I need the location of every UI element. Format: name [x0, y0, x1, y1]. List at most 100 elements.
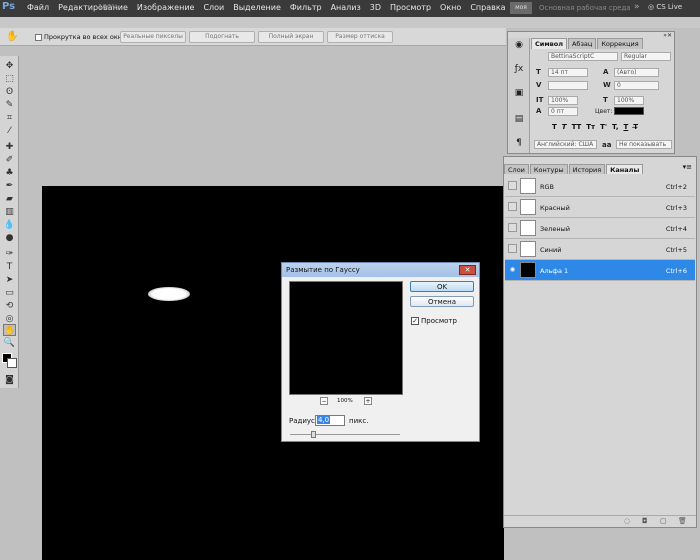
menu-3d[interactable]: 3D — [370, 3, 381, 12]
brush-tool-icon[interactable]: ✐ — [3, 154, 16, 166]
workspace-button[interactable]: моя — [510, 2, 532, 14]
marquee-tool-icon[interactable]: ⬚ — [3, 73, 16, 85]
vertical-scale-field[interactable]: 100% — [548, 96, 578, 105]
kerning-field[interactable] — [548, 81, 588, 90]
path-select-tool-icon[interactable]: ➤ — [3, 274, 16, 286]
panel-collapse-icon[interactable]: »✕ — [663, 32, 672, 39]
workspace-name[interactable]: Основная рабочая среда — [539, 4, 631, 12]
print-size-button[interactable]: Размер оттиска — [327, 31, 393, 43]
menu-view[interactable]: Просмотр — [390, 3, 431, 12]
double-arrow-icon[interactable]: » — [634, 2, 640, 12]
superscript-button[interactable]: T' — [600, 123, 607, 131]
dodge-tool-icon[interactable]: ● — [3, 232, 16, 244]
history-brush-tool-icon[interactable]: ✒ — [3, 180, 16, 192]
tab-layers[interactable]: Слои — [504, 164, 529, 174]
preview-area[interactable] — [289, 281, 403, 395]
faux-italic-button[interactable]: T — [562, 123, 567, 131]
tab-paragraph[interactable]: Абзац — [567, 38, 597, 49]
strikethrough-button[interactable]: T̶ — [633, 123, 638, 131]
shape-tool-icon[interactable]: ▭ — [3, 287, 16, 299]
channel-row-green[interactable]: Зеленый Ctrl+4 — [505, 218, 695, 239]
quick-select-tool-icon[interactable]: ✎ — [3, 99, 16, 111]
ok-button[interactable]: OK — [410, 281, 474, 292]
gradient-tool-icon[interactable]: ▥ — [3, 206, 16, 218]
type-tool-icon[interactable]: T — [3, 261, 16, 273]
cs-live-button[interactable]: ◎ CS Live — [648, 3, 682, 11]
fx-panel-icon[interactable]: ƒx — [512, 64, 526, 77]
channel-row-rgb[interactable]: RGB Ctrl+2 — [505, 176, 695, 197]
close-icon[interactable]: ✕ — [459, 265, 476, 275]
brush-panel-icon[interactable]: ▤ — [512, 114, 526, 127]
channel-row-red[interactable]: Красный Ctrl+3 — [505, 197, 695, 218]
underline-button[interactable]: T — [623, 123, 628, 131]
menu-window[interactable]: Окно — [440, 3, 461, 12]
baseline-shift-field[interactable]: 0 пт — [548, 107, 578, 116]
menu-layers[interactable]: Слои — [203, 3, 224, 12]
tab-paths[interactable]: Контуры — [529, 164, 568, 174]
eyedropper-tool-icon[interactable]: ⁄ — [3, 125, 16, 137]
radius-slider-thumb[interactable] — [311, 431, 316, 438]
text-color-swatch[interactable] — [614, 107, 644, 115]
menu-file[interactable]: Файл — [27, 3, 49, 12]
zoom-readout[interactable]: 100% — [98, 3, 118, 11]
visibility-toggle[interactable] — [508, 244, 517, 253]
dialog-titlebar[interactable]: Размытие по Гауссу — [282, 263, 479, 277]
leading-field[interactable]: (Авто) — [614, 68, 659, 77]
all-caps-button[interactable]: TT — [572, 123, 582, 131]
menu-help[interactable]: Справка — [470, 3, 505, 12]
hand-tool-icon[interactable]: ✋ — [3, 324, 16, 336]
menu-filter[interactable]: Фильтр — [290, 3, 322, 12]
menu-analysis[interactable]: Анализ — [331, 3, 361, 12]
horizontal-scale-field[interactable]: 100% — [614, 96, 644, 105]
font-style-dropdown[interactable]: Regular — [621, 52, 671, 61]
3d-rotate-tool-icon[interactable]: ⟲ — [3, 300, 16, 312]
lasso-tool-icon[interactable]: ʘ — [3, 86, 16, 98]
zoom-out-button[interactable]: − — [320, 397, 328, 405]
trash-icon[interactable]: 🗑 — [678, 517, 687, 525]
channel-row-blue[interactable]: Синий Ctrl+5 — [505, 239, 695, 260]
cancel-button[interactable]: Отмена — [410, 296, 474, 307]
faux-bold-button[interactable]: T — [552, 123, 557, 131]
font-size-field[interactable]: 14 пт — [548, 68, 588, 77]
channel-row-alpha[interactable]: ◉ Альфа 1 Ctrl+6 — [505, 260, 695, 281]
tab-channels[interactable]: Каналы — [606, 164, 644, 174]
radius-input[interactable]: 4,0 — [315, 415, 345, 426]
eye-icon[interactable]: ◉ — [508, 265, 517, 274]
background-color-swatch[interactable] — [7, 358, 17, 368]
pen-tool-icon[interactable]: ✑ — [3, 248, 16, 260]
info-panel-icon[interactable]: ▣ — [512, 88, 526, 101]
fill-screen-button[interactable]: Полный экран — [258, 31, 324, 43]
crop-tool-icon[interactable]: ⌗ — [3, 112, 16, 124]
clone-stamp-tool-icon[interactable]: ♣ — [3, 167, 16, 179]
healing-brush-tool-icon[interactable]: ✚ — [3, 141, 16, 153]
language-dropdown[interactable]: Английский: США — [534, 140, 597, 149]
blur-tool-icon[interactable]: 💧 — [3, 219, 16, 231]
eraser-tool-icon[interactable]: ▰ — [3, 193, 16, 205]
tracking-field[interactable]: 0 — [614, 81, 659, 90]
save-selection-icon[interactable]: ◘ — [642, 517, 648, 525]
menu-select[interactable]: Выделение — [233, 3, 281, 12]
new-channel-icon[interactable]: ▢ — [660, 517, 667, 525]
subscript-button[interactable]: T, — [612, 123, 618, 131]
font-family-dropdown[interactable]: BettinaScriptC — [548, 52, 618, 61]
preview-checkbox[interactable]: ✓ — [411, 317, 419, 325]
visibility-toggle[interactable] — [508, 181, 517, 190]
tab-character[interactable]: Символ — [531, 38, 567, 49]
hand-tool-icon[interactable]: ✋ — [6, 31, 18, 42]
antialias-dropdown[interactable]: Не показывать — [616, 140, 672, 149]
tab-history[interactable]: История — [568, 164, 606, 174]
menu-image[interactable]: Изображение — [137, 3, 195, 12]
zoom-tool-icon[interactable]: 🔍 — [3, 337, 16, 349]
small-caps-button[interactable]: Tт — [586, 123, 595, 131]
scroll-all-windows-checkbox[interactable] — [35, 34, 42, 41]
tab-correction[interactable]: Коррекция — [597, 38, 643, 49]
paragraph-panel-icon[interactable]: ¶ — [512, 138, 526, 151]
panel-menu-icon[interactable]: ▾≡ — [683, 163, 692, 171]
fit-screen-button[interactable]: Подогнать — [189, 31, 255, 43]
radius-slider-track[interactable] — [290, 434, 400, 435]
navigator-panel-icon[interactable]: ◉ — [512, 40, 526, 53]
actual-pixels-button[interactable]: Реальные пикселы — [120, 31, 186, 43]
visibility-toggle[interactable] — [508, 202, 517, 211]
quick-mask-icon[interactable]: ◙ — [3, 374, 16, 386]
zoom-in-button[interactable]: + — [364, 397, 372, 405]
